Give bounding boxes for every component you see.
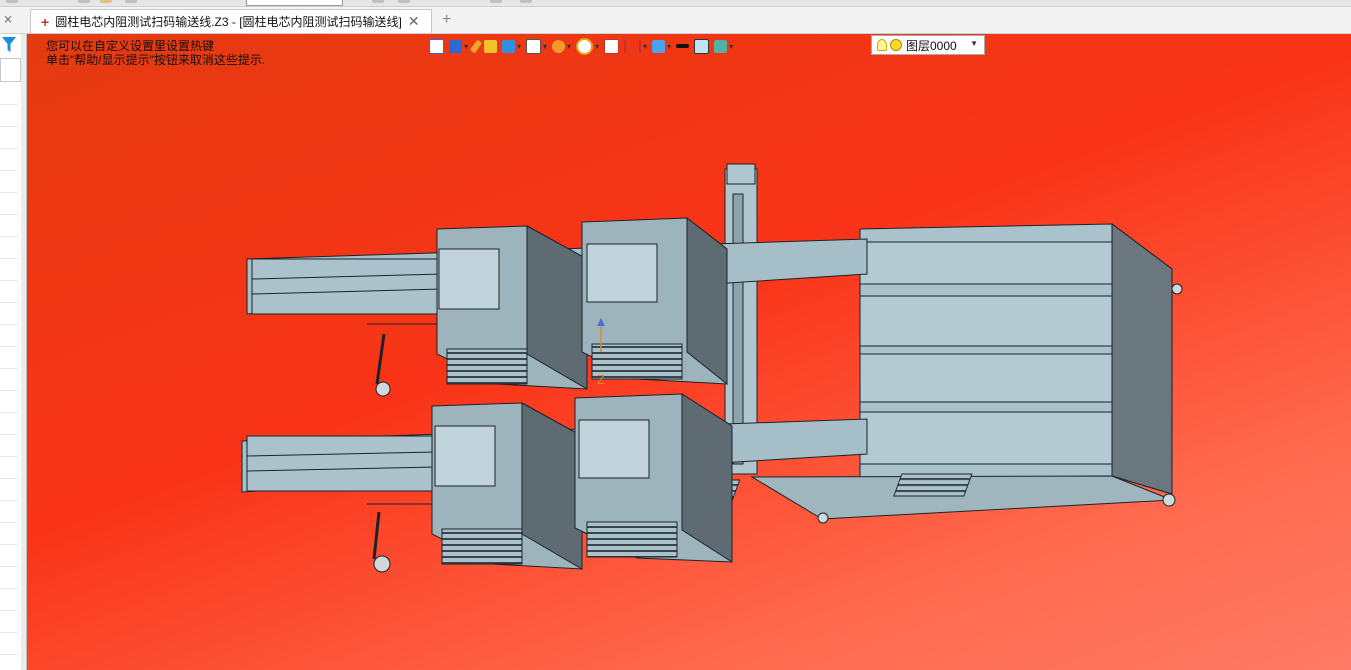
- menu-strip: [0, 0, 1351, 7]
- filter-input[interactable]: [0, 58, 21, 82]
- 3d-viewport[interactable]: Z 您可以在自定义设置里设置热键 单击"帮助/显示提示"按钮来取消这些提示. ▾…: [27, 34, 1351, 670]
- lightbulb-icon[interactable]: [877, 39, 887, 51]
- layer-select[interactable]: 图层0000 ▼: [871, 35, 985, 55]
- line-color-icon[interactable]: [676, 37, 690, 55]
- wire-cube-icon[interactable]: ▾: [526, 37, 547, 55]
- plus-icon[interactable]: +: [442, 11, 451, 29]
- view-exit-icon[interactable]: [429, 37, 444, 55]
- document-tab-bar: ⨯ + 圆柱电芯内阻测试扫码输送线.Z3 - [圆柱电芯内阻测试扫码输送线] ✕…: [0, 7, 1351, 34]
- close-icon[interactable]: ✕: [408, 13, 420, 30]
- display-icon[interactable]: ▾: [652, 37, 671, 55]
- left-panel-scrollbar[interactable]: [21, 34, 26, 670]
- chevron-down-icon[interactable]: ▼: [970, 39, 978, 48]
- menu-icon[interactable]: [125, 0, 137, 3]
- layer-color-dot-icon[interactable]: [890, 39, 902, 51]
- cad-model[interactable]: Z: [27, 34, 1351, 670]
- document-tab[interactable]: + 圆柱电芯内阻测试扫码输送线.Z3 - [圆柱电芯内阻测试扫码输送线] ✕: [30, 9, 432, 33]
- menu-icon[interactable]: [78, 0, 90, 3]
- layer-stack-icon[interactable]: ▾: [714, 37, 733, 55]
- modified-plus-icon: +: [41, 13, 50, 30]
- fill-color-icon[interactable]: [694, 37, 710, 55]
- layer-label: 图层0000: [906, 38, 957, 53]
- hint-line: 您可以在自定义设置里设置热键: [46, 39, 215, 53]
- menu-icon[interactable]: [372, 0, 384, 3]
- section-icon[interactable]: ▾: [552, 37, 571, 55]
- filter-combo[interactable]: [246, 0, 343, 6]
- document-tab-title: 圆柱电芯内阻测试扫码输送线.Z3 - [圆柱电芯内阻测试扫码输送线]: [55, 15, 402, 29]
- menu-icon[interactable]: [490, 0, 502, 3]
- left-side-panel: [0, 34, 27, 670]
- menu-icon[interactable]: [100, 0, 112, 3]
- hint-line: 单击"帮助/显示提示"按钮来取消这些提示.: [46, 53, 266, 67]
- blue-cube-icon[interactable]: ▾: [502, 37, 521, 55]
- axis-z-label: Z: [597, 372, 605, 387]
- pencil-icon[interactable]: [469, 37, 483, 55]
- frame-icon[interactable]: [604, 37, 620, 55]
- menu-icon[interactable]: [398, 0, 410, 3]
- view-toolbar: ▾ ▾ ▾ ▾ ▾ ▾ ▾ ▾: [429, 36, 738, 56]
- shaded-box-icon[interactable]: [484, 37, 498, 55]
- menu-icon[interactable]: [6, 0, 18, 3]
- hint-text: 您可以在自定义设置里设置热键 单击"帮助/显示提示"按钮来取消这些提示.: [46, 39, 265, 67]
- panel-close-icon[interactable]: ⨯: [3, 12, 13, 26]
- zoom-icon[interactable]: ▾: [576, 37, 599, 55]
- render-mode-icon[interactable]: ▾: [449, 37, 468, 55]
- menu-icon[interactable]: [520, 0, 532, 3]
- filter-icon[interactable]: [2, 37, 16, 53]
- dimension-icon[interactable]: ▾: [624, 37, 647, 55]
